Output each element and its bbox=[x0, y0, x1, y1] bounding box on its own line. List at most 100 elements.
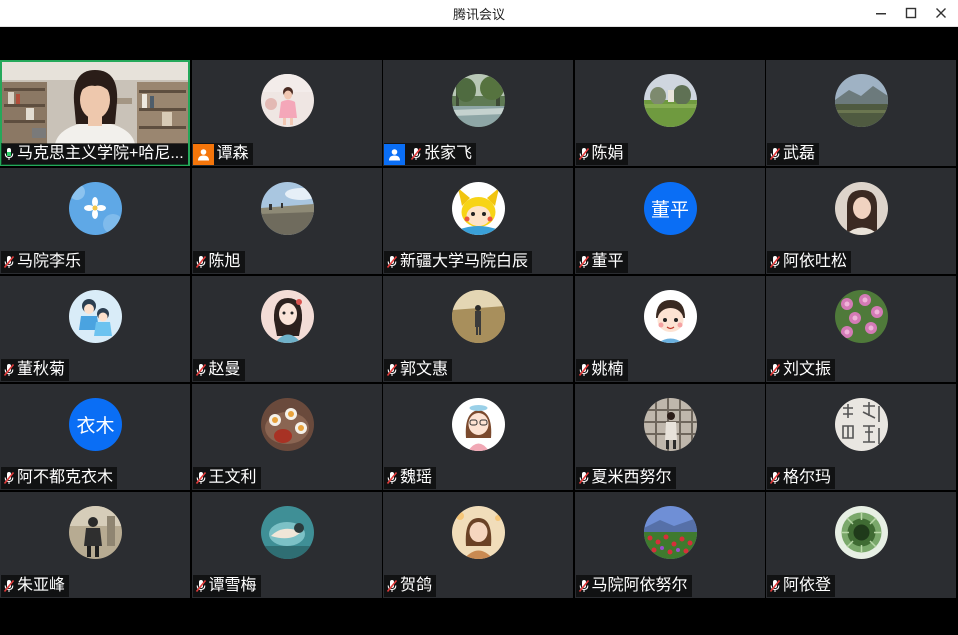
participant-avatar bbox=[452, 398, 505, 451]
participant-name: 谭森 bbox=[216, 145, 249, 162]
participant-namebar: 谭森 bbox=[192, 143, 253, 165]
mic-muted-icon bbox=[576, 251, 592, 273]
participant-tile[interactable]: 马院李乐 bbox=[0, 168, 190, 274]
participant-namebar: 董秋菊 bbox=[1, 359, 70, 381]
mic-muted-icon bbox=[1, 467, 17, 489]
mic-muted-icon bbox=[576, 575, 592, 597]
participant-tile[interactable]: 马克思主义学院+哈尼... bbox=[0, 60, 190, 166]
participant-avatar bbox=[260, 398, 314, 451]
mic-muted-icon bbox=[576, 359, 592, 381]
participant-namebar: 张家飞 bbox=[384, 143, 477, 165]
participant-tile[interactable]: 马院阿依努尔 bbox=[574, 492, 765, 598]
participant-tile[interactable]: 谭雪梅 bbox=[191, 492, 382, 598]
participant-avatar bbox=[643, 506, 697, 559]
participant-tile[interactable]: 夏米西努尔 bbox=[574, 384, 765, 490]
participant-tile[interactable]: 郭文惠 bbox=[383, 276, 573, 382]
participant-avatar bbox=[643, 74, 697, 127]
participant-namebar: 阿不都克衣木 bbox=[1, 467, 118, 489]
participant-namebar: 阿依登 bbox=[767, 575, 836, 597]
participant-namebar: 陈旭 bbox=[192, 251, 245, 273]
maximize-button[interactable] bbox=[896, 0, 926, 26]
participant-tile[interactable]: 张家飞 bbox=[383, 60, 573, 166]
participant-name: 刘文振 bbox=[783, 361, 832, 378]
participant-namebar: 格尔玛 bbox=[767, 467, 836, 489]
participant-tile[interactable]: 衣木 阿不都克衣木 bbox=[0, 384, 190, 490]
mic-muted-icon bbox=[193, 359, 209, 381]
participant-name: 马克思主义学院+哈尼... bbox=[17, 145, 184, 162]
mic-muted-icon bbox=[384, 251, 400, 273]
participant-name: 格尔玛 bbox=[783, 469, 832, 486]
participant-namebar: 马院阿依努尔 bbox=[575, 575, 692, 597]
participant-tile[interactable]: 刘文振 bbox=[766, 276, 956, 382]
mic-muted-icon bbox=[1, 575, 17, 597]
minimize-icon bbox=[876, 13, 886, 15]
participant-name: 董秋菊 bbox=[17, 361, 66, 378]
mic-muted-icon bbox=[767, 575, 783, 597]
mic-muted-icon bbox=[384, 575, 400, 597]
mic-active-icon bbox=[1, 143, 17, 165]
participant-avatar bbox=[260, 182, 314, 235]
participant-avatar bbox=[452, 74, 505, 127]
participant-name: 张家飞 bbox=[424, 145, 473, 162]
close-button[interactable] bbox=[926, 0, 956, 26]
participant-namebar: 马院李乐 bbox=[1, 251, 86, 273]
mic-muted-icon bbox=[767, 143, 783, 165]
participant-name: 武磊 bbox=[783, 145, 816, 162]
participant-tile[interactable]: 阿依登 bbox=[766, 492, 956, 598]
mic-muted-icon bbox=[193, 467, 209, 489]
participant-avatar bbox=[835, 290, 888, 343]
participant-name: 姚楠 bbox=[591, 361, 624, 378]
participant-tile[interactable]: 姚楠 bbox=[574, 276, 765, 382]
participant-name: 王文利 bbox=[208, 469, 257, 486]
mic-muted-icon bbox=[767, 251, 783, 273]
participant-avatar bbox=[69, 506, 122, 559]
participant-namebar: 陈娟 bbox=[575, 143, 628, 165]
participant-namebar: 魏瑶 bbox=[384, 467, 437, 489]
participant-name: 阿依吐松 bbox=[783, 253, 848, 270]
participant-name: 陈旭 bbox=[208, 253, 241, 270]
participant-tile[interactable]: 王文利 bbox=[191, 384, 382, 490]
participant-tile[interactable]: 阿依吐松 bbox=[766, 168, 956, 274]
participant-tile[interactable]: 新疆大学马院白辰 bbox=[383, 168, 573, 274]
participant-name: 赵曼 bbox=[208, 361, 241, 378]
participant-avatar bbox=[835, 182, 888, 235]
participant-tile[interactable]: 赵曼 bbox=[191, 276, 382, 382]
participant-tile[interactable]: 朱亚峰 bbox=[0, 492, 190, 598]
mic-muted-icon bbox=[193, 251, 209, 273]
participant-tile[interactable]: 武磊 bbox=[766, 60, 956, 166]
mic-muted-icon bbox=[1, 251, 17, 273]
mic-muted-icon bbox=[576, 143, 592, 165]
participant-tile[interactable]: 魏瑶 bbox=[383, 384, 573, 490]
participant-namebar: 贺鸽 bbox=[384, 575, 437, 597]
participant-tile[interactable]: 格尔玛 bbox=[766, 384, 956, 490]
participant-tile[interactable]: 谭森 bbox=[191, 60, 382, 166]
mic-muted-icon bbox=[1, 359, 17, 381]
participant-avatar bbox=[260, 74, 314, 127]
participant-avatar bbox=[69, 290, 122, 343]
participant-tile[interactable]: 贺鸽 bbox=[383, 492, 573, 598]
participant-name: 夏米西努尔 bbox=[591, 469, 672, 486]
participant-name: 陈娟 bbox=[591, 145, 624, 162]
host-badge-icon bbox=[192, 143, 214, 165]
mic-muted-icon bbox=[408, 143, 424, 165]
participant-tile[interactable]: 陈旭 bbox=[191, 168, 382, 274]
participant-namebar: 阿依吐松 bbox=[767, 251, 852, 273]
mic-muted-icon bbox=[384, 359, 400, 381]
participant-name: 贺鸽 bbox=[400, 577, 433, 594]
participant-namebar: 刘文振 bbox=[767, 359, 836, 381]
top-toolbar-area bbox=[0, 27, 958, 60]
mic-muted-icon bbox=[767, 467, 783, 489]
window-title: 腾讯会议 bbox=[452, 7, 505, 22]
participant-name: 新疆大学马院白辰 bbox=[400, 253, 529, 270]
participant-namebar: 赵曼 bbox=[192, 359, 245, 381]
title-bar: 腾讯会议 bbox=[0, 0, 958, 27]
participant-tile[interactable]: 陈娟 bbox=[574, 60, 765, 166]
participant-tile[interactable]: 董秋菊 bbox=[0, 276, 190, 382]
close-icon bbox=[936, 8, 946, 18]
participant-namebar: 谭雪梅 bbox=[192, 575, 261, 597]
participant-avatar bbox=[643, 398, 697, 451]
participant-video bbox=[2, 62, 188, 144]
participant-tile[interactable]: 董平 董平 bbox=[574, 168, 765, 274]
maximize-icon bbox=[905, 7, 917, 19]
minimize-button[interactable] bbox=[866, 0, 896, 26]
